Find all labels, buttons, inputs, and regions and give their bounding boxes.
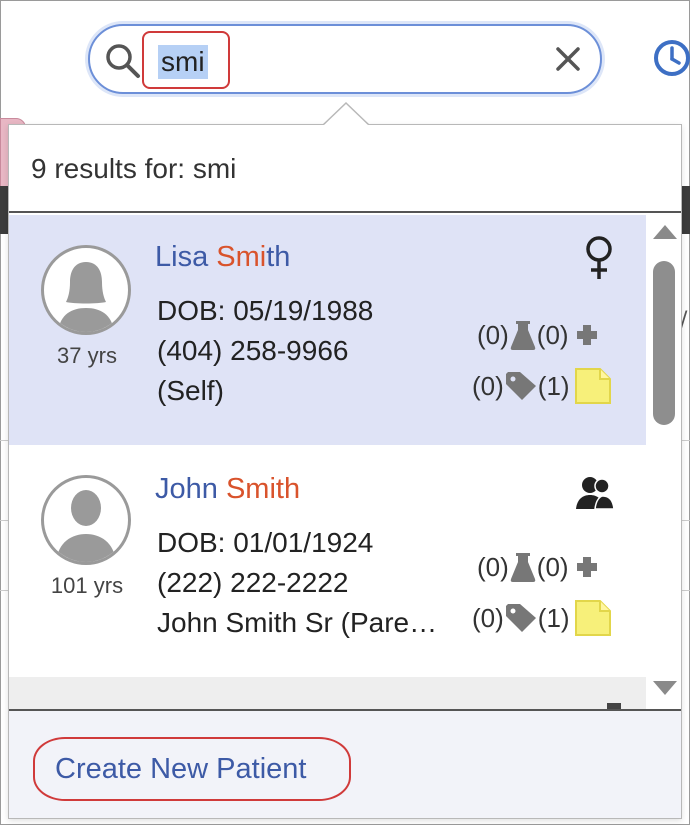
patient-relation: (Self)	[157, 375, 224, 406]
background-divider	[682, 520, 690, 521]
sticky-note-icon[interactable]	[574, 367, 612, 405]
patient-name-rest: th	[266, 241, 291, 273]
search-query-text[interactable]: smi	[158, 45, 208, 79]
background-header-strip-right	[682, 186, 690, 234]
tag-count: (0)	[472, 602, 504, 633]
lab-count: (0)	[477, 551, 509, 582]
tag-icon[interactable]	[504, 602, 538, 634]
flask-icon[interactable]	[509, 319, 537, 351]
tag-icon[interactable]	[504, 370, 538, 402]
background-header-strip	[0, 186, 8, 234]
patient-name[interactable]: Lisa Smith	[155, 241, 290, 274]
patient-result-row[interactable]: 37 yrs Lisa Smith DOB: 05/19/1988 (404) …	[9, 215, 646, 445]
plus-icon[interactable]	[573, 321, 601, 349]
popup-pointer-fill	[323, 104, 369, 126]
patient-name-rest: th	[275, 473, 301, 505]
family-icon	[576, 477, 615, 510]
search-results-popup: 9 results for: smi 37 yrs Lisa Smith DOB…	[8, 124, 682, 819]
lab-med-counts: (0) (0)	[477, 551, 601, 583]
patient-name-match: Smi	[216, 241, 267, 273]
patient-name-match: Smi	[225, 473, 276, 505]
patient-age: 37 yrs	[57, 343, 117, 368]
patient-result-row-partial[interactable]	[9, 677, 646, 709]
sticky-note-icon[interactable]	[574, 599, 612, 637]
patient-phone: (404) 258-9966	[157, 335, 349, 366]
note-count: (1)	[537, 370, 570, 401]
patient-first-name: Lisa	[155, 241, 217, 273]
tag-count: (0)	[472, 370, 504, 401]
create-new-patient-button[interactable]: Create New Patient	[33, 737, 351, 801]
patient-first-name: John	[155, 473, 226, 505]
background-divider	[0, 440, 8, 441]
patient-relation: John Smith Sr (Pare…	[157, 607, 438, 638]
tag-note-counts: (0) (1)	[472, 599, 612, 637]
flask-icon[interactable]	[509, 551, 537, 583]
tag-note-counts: (0) (1)	[472, 367, 612, 405]
background-divider	[682, 590, 690, 591]
male-avatar-icon	[41, 475, 131, 565]
scroll-down-arrow-icon[interactable]	[653, 681, 677, 695]
search-icon	[106, 44, 140, 78]
patient-search-box[interactable]: smi	[88, 24, 602, 94]
plus-icon[interactable]	[573, 553, 601, 581]
create-new-patient-label[interactable]: Create New Patient	[55, 753, 306, 786]
results-header: 9 results for: smi	[9, 125, 681, 213]
search-input[interactable]: smi	[142, 31, 230, 89]
patient-result-row[interactable]: 101 yrs John Smith DOB: 01/01/1924 (222)…	[9, 445, 646, 675]
scroll-up-arrow-icon[interactable]	[653, 225, 677, 239]
results-footer: Create New Patient	[9, 709, 681, 818]
med-count: (0)	[536, 319, 569, 350]
clock-icon[interactable]	[652, 38, 690, 78]
results-scrollbar[interactable]	[647, 215, 681, 709]
patient-dob: DOB: 05/19/1988	[157, 295, 374, 326]
patient-name[interactable]: John Smith	[155, 473, 300, 506]
background-divider	[0, 590, 8, 591]
results-summary: 9 results for: smi	[31, 153, 237, 184]
results-list[interactable]: 37 yrs Lisa Smith DOB: 05/19/1988 (404) …	[9, 215, 646, 709]
lab-count: (0)	[477, 319, 509, 350]
patient-dob: DOB: 01/01/1924	[157, 527, 374, 558]
note-count: (1)	[537, 602, 570, 633]
scrollbar-thumb[interactable]	[653, 261, 675, 425]
close-icon[interactable]	[554, 45, 582, 73]
lab-med-counts: (0) (0)	[477, 319, 601, 351]
background-divider	[682, 440, 690, 441]
patient-phone: (222) 222-2222	[157, 567, 349, 598]
female-icon	[586, 236, 612, 279]
patient-age: 101 yrs	[50, 573, 124, 598]
female-avatar-icon	[41, 245, 131, 335]
med-count: (0)	[536, 551, 569, 582]
background-divider	[0, 520, 8, 521]
